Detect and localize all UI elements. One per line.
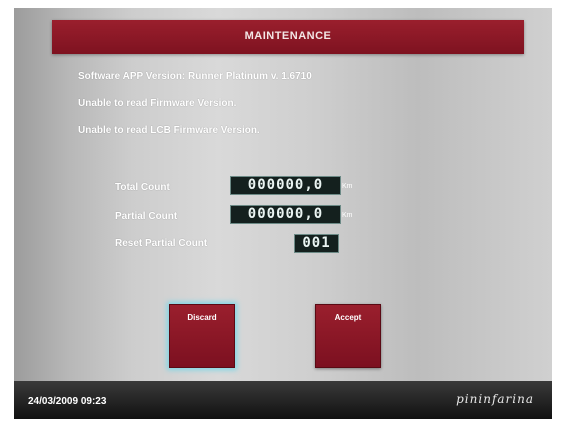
software-version-text: Software APP Version: Runner Platinum v.… xyxy=(78,71,312,82)
discard-button[interactable]: Discard xyxy=(169,304,235,368)
maintenance-screen: MAINTENANCE Software APP Version: Runner… xyxy=(14,8,552,419)
accept-button[interactable]: Accept xyxy=(315,304,381,368)
datetime-text: 24/03/2009 09:23 xyxy=(28,396,107,407)
pininfarina-logo: pininfarina xyxy=(456,392,534,406)
discard-button-label: Discard xyxy=(187,313,217,322)
total-count-display: 000000,0 xyxy=(230,176,341,195)
total-count-label: Total Count xyxy=(115,182,170,193)
partial-count-label: Partial Count xyxy=(115,211,178,222)
page-title: MAINTENANCE xyxy=(244,30,332,42)
footer-bar: 24/03/2009 09:23 pininfarina xyxy=(14,381,552,419)
title-bar: MAINTENANCE xyxy=(52,20,524,54)
lcb-firmware-error-text: Unable to read LCB Firmware Version. xyxy=(78,125,260,136)
reset-partial-count-label: Reset Partial Count xyxy=(115,238,208,249)
partial-count-unit: Km xyxy=(342,212,353,219)
partial-count-display: 000000,0 xyxy=(230,205,341,224)
firmware-error-text: Unable to read Firmware Version. xyxy=(78,98,237,109)
accept-button-label: Accept xyxy=(334,313,362,322)
reset-partial-count-field[interactable]: 001 xyxy=(294,234,339,253)
total-count-unit: Km xyxy=(342,183,353,190)
